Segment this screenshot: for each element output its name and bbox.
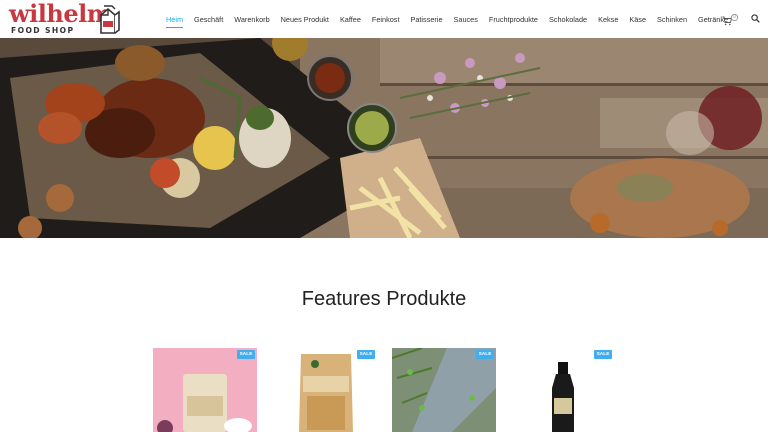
product-card-image[interactable]	[512, 348, 616, 432]
nav-item-schokolade[interactable]: Schokolade	[549, 15, 587, 24]
nav-item-kaffee[interactable]: Kaffee	[340, 15, 361, 24]
product-card-image[interactable]	[273, 348, 377, 432]
hero-banner-image	[0, 38, 768, 238]
nav-item-feinkost[interactable]: Feinkost	[372, 15, 400, 24]
nav-item-schinken[interactable]: Schinken	[657, 15, 687, 24]
sale-badge: SALE	[476, 350, 494, 359]
nav-item-sauces[interactable]: Sauces	[454, 15, 478, 24]
product-card-image[interactable]	[153, 348, 257, 432]
nav-item-heim[interactable]: Heim	[166, 15, 184, 28]
nav-item-geschaeft[interactable]: Geschäft	[194, 15, 223, 24]
site-header: wilhelm FOOD SHOP Heim Geschäft Warenkor…	[0, 0, 768, 38]
nav-item-warenkorb[interactable]: Warenkorb	[234, 15, 269, 24]
product-card-image[interactable]	[392, 348, 496, 432]
nav-item-kekse[interactable]: Kekse	[598, 15, 618, 24]
cart-button[interactable]: 0	[722, 13, 740, 26]
cart-count-badge: 0	[731, 14, 738, 21]
site-logo[interactable]: wilhelm FOOD SHOP	[9, 1, 121, 36]
sale-badge: SALE	[237, 350, 255, 359]
nav-item-neues-produkt[interactable]: Neues Produkt	[281, 15, 329, 24]
sale-badge: SALE	[357, 350, 375, 359]
nav-item-kaese[interactable]: Käse	[629, 15, 646, 24]
nav-item-fruchtprodukte[interactable]: Fruchtprodukte	[489, 15, 538, 24]
search-icon[interactable]	[751, 14, 760, 23]
logo-tagline: FOOD SHOP	[11, 26, 75, 35]
milk-carton-icon	[100, 5, 120, 34]
sale-badge: SALE	[594, 350, 612, 359]
nav-item-patisserie[interactable]: Patisserie	[410, 15, 442, 24]
main-nav: Heim Geschäft Warenkorb Neues Produkt Ka…	[166, 0, 739, 38]
section-title: Features Produkte	[301, 288, 467, 310]
